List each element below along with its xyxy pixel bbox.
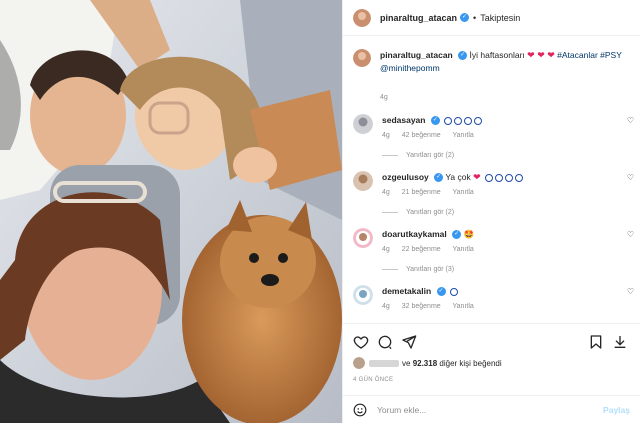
post-photo[interactable] [0,0,342,423]
commenter-avatar[interactable] [353,285,373,305]
post-date: 4 GÜN ÖNCE [353,377,394,383]
comments-scroll[interactable]: pinaraltug_atacan ✓ İyi haftasonları ❤ ❤… [343,37,640,323]
blurred-liker-name [369,359,399,367]
likes-prefix: ve [402,358,411,368]
star-eyes-emoji: 🤩 [463,229,475,239]
comment-username[interactable]: doarutkaykamal [382,229,447,239]
caption-avatar[interactable] [353,49,371,67]
download-icon[interactable] [612,334,628,350]
like-comment-icon[interactable]: ♡ [627,116,634,125]
caption-text: İyi haftasonları [469,50,525,60]
comment-likes[interactable]: 32 beğenme [402,303,441,310]
commenter-avatar[interactable] [353,114,373,134]
verified-badge-icon: ✓ [460,13,470,22]
reply-button[interactable]: Yanıtla [453,132,474,139]
post-details-panel: pinaraltug_atacan ✓ • Takiptesin pinaral… [342,0,640,423]
family-photo-illustration [0,0,342,423]
author-avatar[interactable] [353,8,371,27]
comment-icon[interactable] [377,334,393,350]
comment-text: Ya çok [445,172,471,182]
commenter-avatar[interactable] [353,228,373,248]
add-comment-bar: Yorum ekle... Paylaş [343,395,640,423]
comment-time: 4g [382,189,390,196]
heart-emoji: ❤ [473,172,481,182]
caption-mention[interactable]: @minithepomm [380,63,440,73]
comment-item: ozgeulusoy ✓ Ya çok ❤ 4g 21 beğenme Yanı… [343,171,640,216]
caption-hashtags[interactable]: #Atacanlar #PSY [557,50,622,60]
view-replies[interactable]: Yanıtları gör (2) [382,152,612,159]
likes-suffix: diğer kişi beğendi [439,358,502,368]
verified-badge-icon: ✓ [452,230,462,240]
evil-eye-emoji [483,172,524,182]
evil-eye-emoji [448,286,458,296]
verified-badge-icon: ✓ [458,51,468,61]
like-comment-icon[interactable]: ♡ [627,287,634,296]
comment-username[interactable]: demetakalin [382,286,431,296]
caption-hearts: ❤ ❤ ❤ [527,50,555,60]
comment-time: 4g [382,132,390,139]
likes-count[interactable]: 92.318 [413,359,437,368]
evil-eye-emoji [442,115,483,125]
reply-button[interactable]: Yanıtla [453,303,474,310]
comment-item: sedasayan ✓ 4g 42 beğenme Yanıtla Yanıtl… [343,114,640,159]
likes-summary[interactable]: ve 92.318 diğer kişi beğendi [353,357,502,369]
share-icon[interactable] [401,334,417,350]
comment-likes[interactable]: 42 beğenme [402,132,441,139]
emoji-icon[interactable] [353,403,367,417]
verified-badge-icon: ✓ [434,173,444,183]
separator-dot: • [473,12,477,23]
action-bar [343,323,640,359]
comment-item: demetakalin ✓ 4g 32 beğenme Yanıtla ♡ [343,285,640,310]
reply-button[interactable]: Yanıtla [453,246,474,253]
like-comment-icon[interactable]: ♡ [627,230,634,239]
bookmark-icon[interactable] [588,334,604,350]
comment-likes[interactable]: 21 beğenme [402,189,441,196]
author-username[interactable]: pinaraltug_atacan [380,13,457,23]
liker-avatar [353,357,365,369]
comment-username[interactable]: sedasayan [382,115,425,125]
comment-input[interactable]: Yorum ekle... [377,405,603,415]
commenter-avatar[interactable] [353,171,373,191]
verified-badge-icon: ✓ [430,116,440,126]
comment-item: doarutkaykamal ✓ 🤩 4g 22 beğenme Yanıtla… [343,228,640,273]
verified-badge-icon: ✓ [436,287,446,297]
reply-button[interactable]: Yanıtla [453,189,474,196]
comment-username[interactable]: ozgeulusoy [382,172,429,182]
caption-username[interactable]: pinaraltug_atacan [380,50,453,60]
caption-time: 4g [380,94,388,101]
post-comment-button[interactable]: Paylaş [603,405,630,415]
heart-icon[interactable] [353,334,369,350]
like-comment-icon[interactable]: ♡ [627,173,634,182]
view-replies[interactable]: Yanıtları gör (2) [382,209,612,216]
comment-time: 4g [382,246,390,253]
comment-likes[interactable]: 22 beğenme [402,246,441,253]
follow-status[interactable]: Takiptesin [480,13,520,23]
caption: pinaraltug_atacan ✓ İyi haftasonları ❤ ❤… [343,37,640,104]
comment-time: 4g [382,303,390,310]
post-header: pinaraltug_atacan ✓ • Takiptesin [343,0,640,36]
view-replies[interactable]: Yanıtları gör (3) [382,266,612,273]
